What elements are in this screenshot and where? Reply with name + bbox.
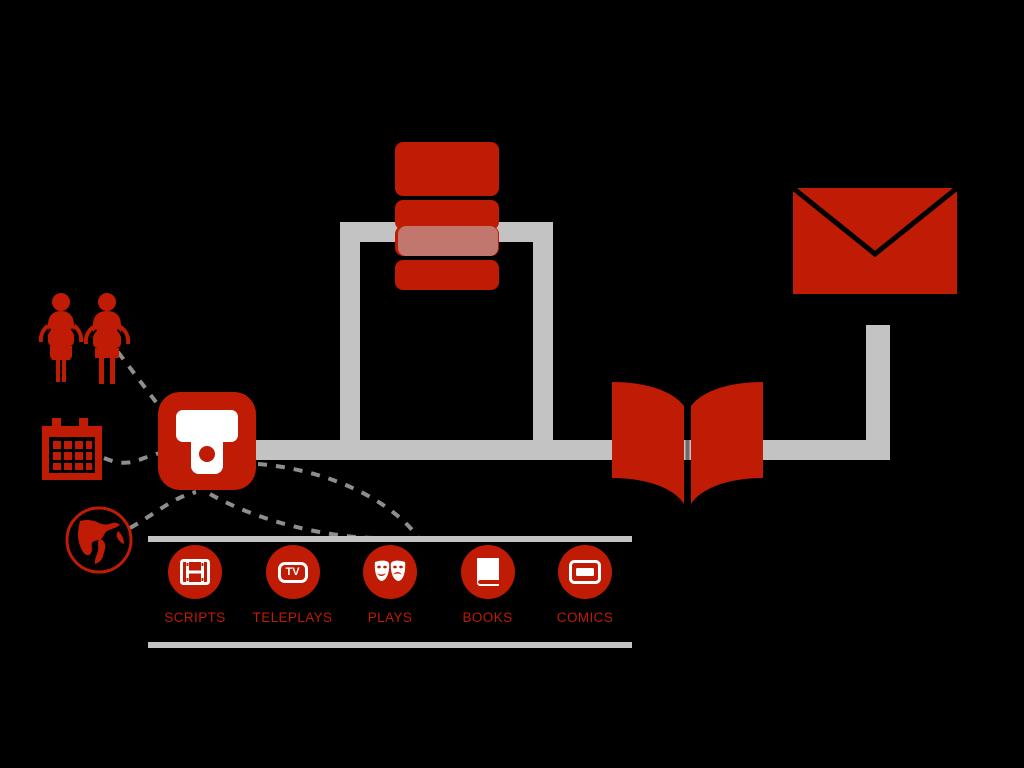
theatre-masks-icon — [363, 545, 417, 599]
tv-badge-icon: TV — [265, 545, 320, 599]
pipe-left-vertical — [340, 222, 360, 460]
two-people-icon — [36, 292, 132, 384]
calendar-icon — [40, 418, 104, 480]
diagram-canvas: SCRIPTS TV TELEPLAYS PLAYS BOOKS COMICS — [0, 0, 1024, 768]
category-bar-bottom-rule — [148, 642, 632, 648]
category-item-teleplays[interactable]: TV TELEPLAYS — [250, 545, 336, 625]
category-bar: SCRIPTS TV TELEPLAYS PLAYS BOOKS COMICS — [148, 536, 632, 648]
category-bar-top-rule — [148, 536, 632, 542]
database-slab — [395, 142, 499, 196]
closed-book-icon — [460, 545, 515, 599]
category-label: SCRIPTS — [164, 610, 226, 625]
connector-globe-to-hub — [129, 490, 197, 530]
logo-record-dot — [199, 446, 215, 462]
category-label: BOOKS — [462, 610, 513, 625]
category-label: COMICS — [556, 610, 614, 625]
pipe-overlay-over-book-spine — [684, 440, 691, 460]
category-label: TELEPLAYS — [252, 610, 333, 625]
connector-hub-to-categories — [257, 462, 420, 539]
connector-calendar-to-hub — [103, 450, 166, 465]
category-item-comics[interactable]: COMICS — [542, 545, 628, 625]
category-list: SCRIPTS TV TELEPLAYS PLAYS BOOKS COMICS — [148, 545, 632, 625]
pipe-bottom-trunk — [252, 440, 890, 460]
comic-panel-icon — [558, 545, 612, 599]
transcription-platform-logo[interactable] — [158, 392, 256, 490]
film-strip-icon — [168, 545, 222, 599]
category-item-plays[interactable]: PLAYS — [347, 545, 433, 625]
category-item-books[interactable]: BOOKS — [445, 545, 531, 625]
pipe-right-riser — [866, 325, 890, 445]
connector-hub-to-plays — [209, 492, 391, 541]
database-stack-icon — [395, 142, 499, 290]
pipe-overlay-over-database — [398, 226, 498, 256]
globe-icon — [64, 505, 134, 575]
tv-badge-text: TV — [277, 561, 308, 583]
envelope-icon — [791, 186, 959, 294]
category-item-scripts[interactable]: SCRIPTS — [152, 545, 238, 625]
category-label: PLAYS — [367, 610, 413, 625]
pipe-right-vertical — [533, 222, 553, 460]
database-slab — [395, 260, 499, 290]
